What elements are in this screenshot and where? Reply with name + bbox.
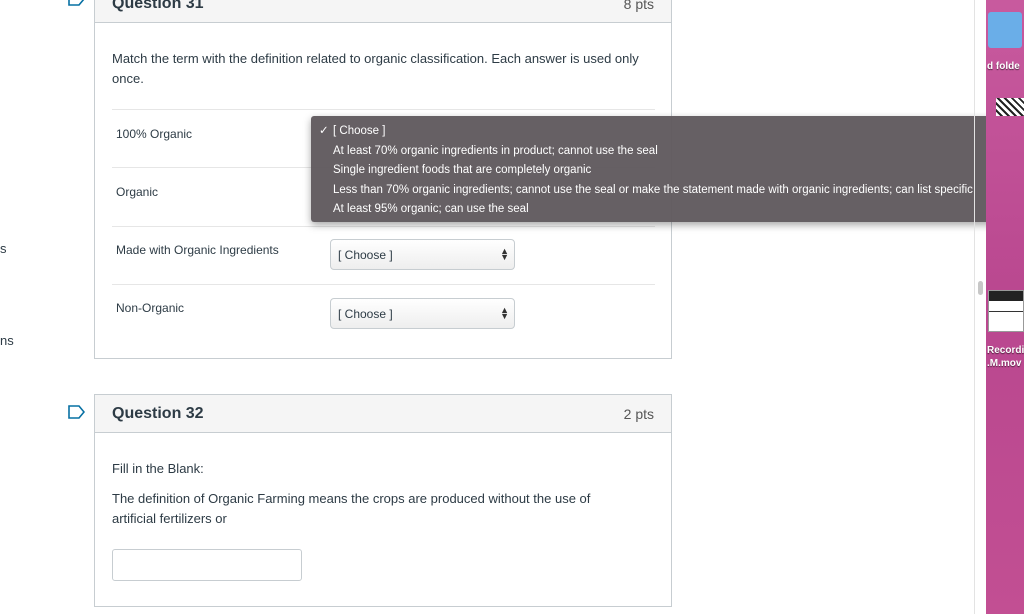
- dropdown-option[interactable]: At least 70% organic ingredients in prod…: [311, 142, 1024, 162]
- checkmark-icon: ✓: [319, 125, 329, 137]
- quiz-page: s ns Question 31 8 pts Match the term wi…: [0, 0, 1024, 614]
- page-divider: [974, 0, 975, 614]
- option-label: At least 95% organic; can use the seal: [333, 203, 529, 215]
- bookmark-flag-icon[interactable]: [68, 405, 85, 419]
- question-title: Question 32: [112, 404, 204, 422]
- select-value: [ Choose ]: [338, 248, 393, 262]
- video-thumbnail-icon[interactable]: [988, 290, 1024, 332]
- select-dropdown-menu: ✓ [ Choose ] At least 70% organic ingred…: [311, 116, 1024, 222]
- folder-icon[interactable]: [988, 12, 1022, 48]
- question-header: Question 32 2 pts: [95, 395, 671, 433]
- question-points: 8 pts: [623, 0, 654, 12]
- desktop-item-label: Recordi: [987, 345, 1024, 356]
- desktop-item-label: d folde: [987, 61, 1020, 72]
- desktop-item-label: .M.mov: [987, 358, 1022, 369]
- option-label: Less than 70% organic ingredients; canno…: [333, 183, 973, 196]
- fill-in-blank-input[interactable]: [112, 549, 302, 581]
- select-value: [ Choose ]: [338, 307, 393, 321]
- select-arrows-icon: ▲ ▼: [500, 246, 509, 262]
- left-nav-fragment[interactable]: ns: [0, 333, 14, 348]
- match-term-label: Non-Organic: [116, 301, 185, 315]
- match-row: Non-Organic [ Choose ] ▲ ▼: [112, 284, 655, 342]
- question-instruction: Fill in the Blank:: [112, 461, 204, 476]
- bookmark-flag-icon[interactable]: [68, 0, 85, 6]
- question-prompt: Match the term with the definition relat…: [112, 51, 639, 86]
- question-32-card: Question 32 2 pts Fill in the Blank: The…: [94, 394, 672, 607]
- match-term-label: Organic: [116, 185, 159, 199]
- match-term-label: 100% Organic: [116, 127, 193, 141]
- dropdown-option[interactable]: At least 95% organic; can use the seal: [311, 200, 1024, 220]
- match-row: Made with Organic Ingredients [ Choose ]…: [112, 226, 655, 284]
- definition-select[interactable]: [ Choose ] ▲ ▼: [330, 239, 515, 270]
- dropdown-option[interactable]: Less than 70% organic ingredients; canno…: [311, 181, 1024, 201]
- option-label: [ Choose ]: [333, 125, 386, 137]
- option-label: Single ingredient foods that are complet…: [333, 164, 592, 176]
- dropdown-option[interactable]: Single ingredient foods that are complet…: [311, 161, 1024, 181]
- select-arrows-icon: ▲ ▼: [500, 305, 509, 321]
- desktop-background: d folde Recordi .M.mov: [986, 0, 1024, 614]
- scrollbar-thumb[interactable]: [978, 281, 983, 295]
- question-prompt: The definition of Organic Farming means …: [112, 491, 591, 526]
- question-header: Question 31 8 pts: [95, 0, 671, 23]
- question-points: 2 pts: [623, 405, 654, 422]
- option-label: At least 70% organic ingredients in prod…: [333, 144, 658, 157]
- left-nav-fragment[interactable]: s: [0, 241, 7, 256]
- image-thumbnail-icon[interactable]: [996, 98, 1024, 116]
- dropdown-option[interactable]: ✓ [ Choose ]: [311, 122, 1024, 142]
- definition-select[interactable]: [ Choose ] ▲ ▼: [330, 298, 515, 329]
- match-term-label: Made with Organic Ingredients: [116, 243, 279, 257]
- question-title: Question 31: [112, 0, 204, 12]
